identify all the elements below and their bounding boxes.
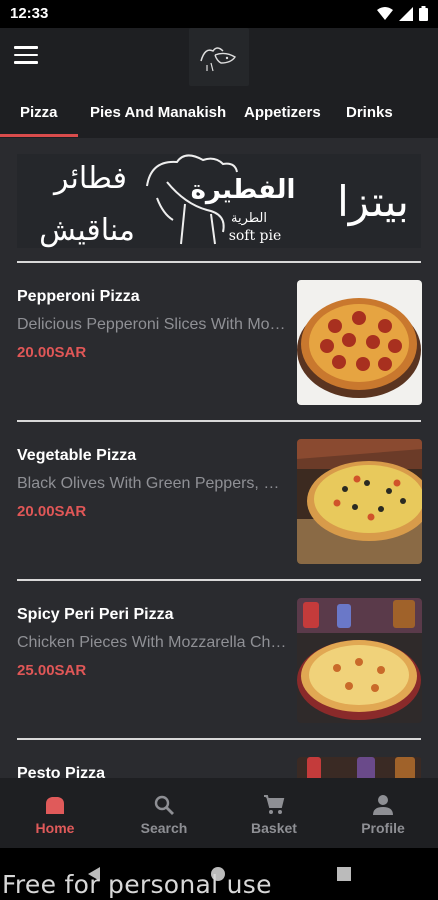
item-name: Pepperoni Pizza bbox=[17, 288, 140, 305]
home-icon bbox=[46, 797, 64, 814]
banner-brand-en: soft pie bbox=[229, 228, 282, 244]
item-description: Delicious Pepperoni Slices With Mozzarel… bbox=[17, 316, 287, 333]
recents-icon[interactable] bbox=[337, 867, 351, 881]
pepperoni-pizza-image bbox=[297, 280, 422, 405]
person-icon bbox=[373, 795, 393, 815]
battery-icon bbox=[419, 6, 428, 21]
banner-manakish-text: مناقيش bbox=[39, 213, 135, 248]
top-app-bar bbox=[0, 28, 438, 88]
menu-item-card[interactable]: Pepperoni Pizza Delicious Pepperoni Slic… bbox=[17, 280, 422, 410]
banner-brand-text: الفطيرة bbox=[191, 175, 296, 205]
search-icon bbox=[154, 795, 174, 815]
status-icons bbox=[377, 6, 428, 21]
divider bbox=[17, 420, 421, 422]
brand-logo bbox=[189, 28, 249, 86]
menu-item-card[interactable]: Vegetable Pizza Black Olives With Green … bbox=[17, 439, 422, 569]
nav-home-label: Home bbox=[35, 820, 75, 836]
category-tabs: Pizza Pies And Manakish Appetizers Drink… bbox=[0, 88, 438, 138]
item-name: Pesto Pizza bbox=[17, 765, 106, 778]
item-description: Chicken Pieces With Mozzarella Cheese bbox=[17, 634, 287, 651]
item-name: Vegetable Pizza bbox=[17, 447, 137, 464]
nav-search-label: Search bbox=[140, 820, 188, 836]
tab-drinks[interactable]: Drinks bbox=[346, 104, 393, 121]
divider bbox=[17, 579, 421, 581]
signal-icon bbox=[399, 6, 413, 21]
spicy-peri-peri-pizza-image bbox=[297, 598, 422, 723]
item-price: 25.00SAR bbox=[17, 662, 87, 679]
menu-item-card[interactable]: Pesto Pizza bbox=[17, 757, 421, 778]
item-price: 20.00SAR bbox=[17, 503, 87, 520]
logo-mark bbox=[200, 47, 236, 72]
banner-pies-text: فطائر bbox=[52, 161, 127, 196]
category-banner: فطائر مناقيش الفطيرة الطرية soft pie بيت… bbox=[17, 154, 421, 248]
nav-profile[interactable]: Profile bbox=[328, 778, 438, 848]
nav-profile-label: Profile bbox=[361, 820, 405, 836]
banner-pizza-text: بيتزا bbox=[337, 177, 409, 226]
nav-search[interactable]: Search bbox=[109, 778, 219, 848]
divider bbox=[17, 261, 421, 263]
nav-basket-label: Basket bbox=[251, 820, 297, 836]
pesto-pizza-image bbox=[297, 757, 421, 778]
banner-artwork: فطائر مناقيش الفطيرة الطرية soft pie بيت… bbox=[39, 154, 409, 248]
status-time: 12:33 bbox=[10, 5, 49, 22]
cart-icon bbox=[264, 795, 285, 814]
banner-brand-sub: الطرية bbox=[231, 211, 267, 226]
item-name: Spicy Peri Peri Pizza bbox=[17, 606, 174, 623]
item-price: 20.00SAR bbox=[17, 344, 87, 361]
tab-pies-and-manakish[interactable]: Pies And Manakish bbox=[90, 104, 226, 121]
vegetable-pizza-image bbox=[297, 439, 422, 564]
item-description: Black Olives With Green Peppers, Mushroo… bbox=[17, 475, 287, 492]
wifi-icon bbox=[377, 6, 393, 20]
menu-item-card[interactable]: Spicy Peri Peri Pizza Chicken Pieces Wit… bbox=[17, 598, 422, 728]
active-tab-indicator bbox=[0, 134, 78, 137]
tab-pizza[interactable]: Pizza bbox=[20, 104, 58, 121]
nav-home[interactable]: Home bbox=[0, 778, 110, 848]
nav-basket[interactable]: Basket bbox=[219, 778, 329, 848]
tab-appetizers[interactable]: Appetizers bbox=[244, 104, 321, 121]
hamburger-menu-icon[interactable] bbox=[14, 46, 38, 68]
divider bbox=[17, 738, 421, 740]
bottom-navigation: Home Search Basket Profile bbox=[0, 778, 438, 848]
status-bar: 12:33 bbox=[0, 0, 438, 28]
watermark-text: Free for personal use bbox=[2, 870, 272, 899]
